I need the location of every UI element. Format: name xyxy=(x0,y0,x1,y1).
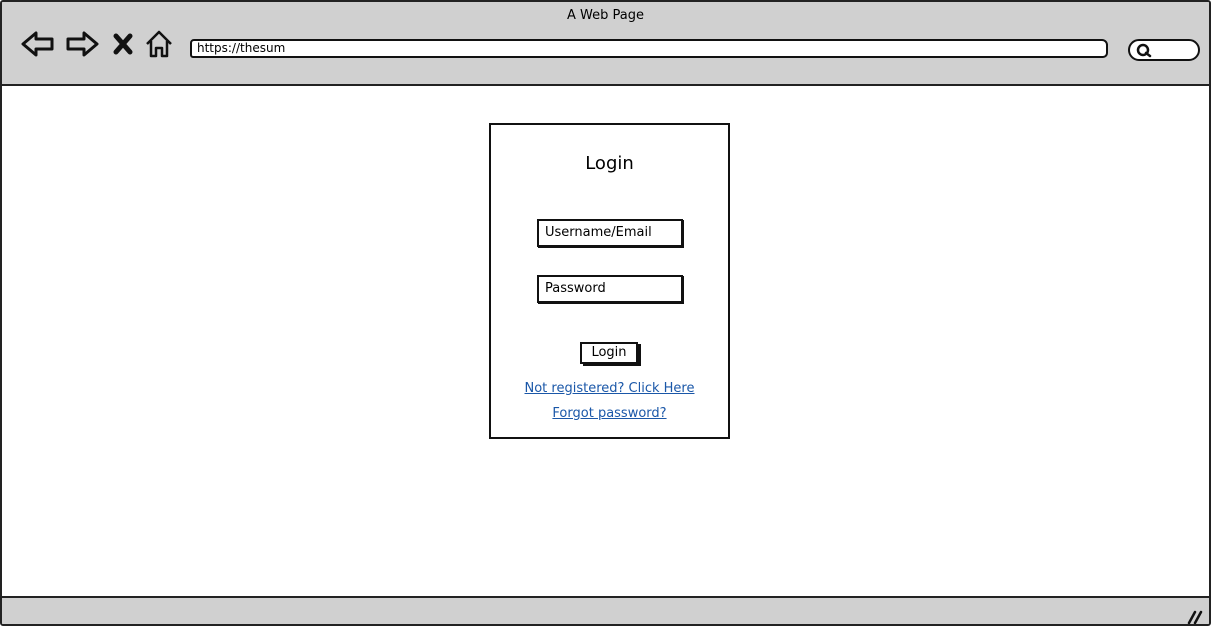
login-panel: Login Username/Email Password Login Not … xyxy=(489,123,730,439)
login-button[interactable]: Login xyxy=(580,342,638,364)
register-link[interactable]: Not registered? Click Here xyxy=(491,381,728,396)
password-field[interactable]: Password xyxy=(537,275,683,303)
forgot-password-link[interactable]: Forgot password? xyxy=(491,406,728,421)
resize-handle-icon[interactable] xyxy=(1185,609,1203,625)
status-bar xyxy=(2,596,1209,625)
forward-arrow-icon[interactable] xyxy=(64,28,100,60)
home-icon[interactable] xyxy=(144,28,174,60)
username-field[interactable]: Username/Email xyxy=(537,219,683,247)
browser-window: A Web Page https://thesum Login Username… xyxy=(0,0,1211,626)
window-title: A Web Page xyxy=(567,8,644,23)
login-title: Login xyxy=(585,153,634,174)
back-arrow-icon[interactable] xyxy=(20,28,56,60)
url-input[interactable]: https://thesum xyxy=(190,39,1108,58)
close-icon[interactable] xyxy=(110,28,136,60)
search-icon[interactable] xyxy=(1127,38,1201,62)
browser-toolbar: A Web Page https://thesum xyxy=(2,2,1209,86)
